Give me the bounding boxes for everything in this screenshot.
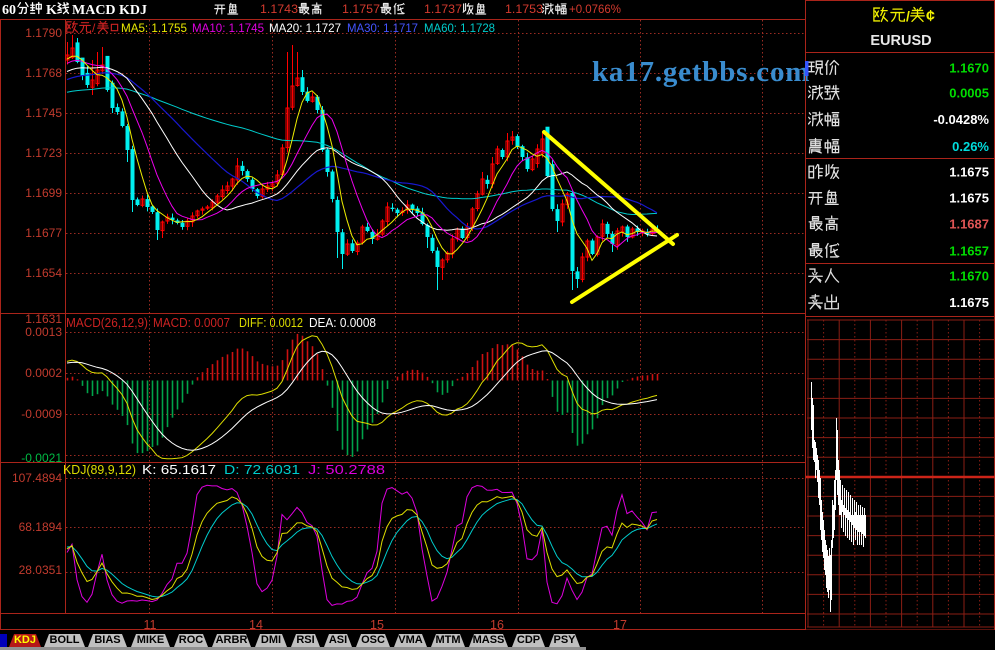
svg-text:68.1894: 68.1894 (19, 520, 63, 534)
svg-text:107.4894: 107.4894 (12, 471, 62, 485)
svg-text:1.1675: 1.1675 (949, 191, 989, 206)
svg-text:1.1699: 1.1699 (25, 186, 62, 200)
svg-text:1.1670: 1.1670 (949, 61, 989, 76)
svg-text:D: 72.6031: D: 72.6031 (224, 463, 300, 477)
svg-text:1.1745: 1.1745 (25, 106, 62, 120)
svg-text:0.0013: 0.0013 (25, 325, 62, 339)
svg-text:1.1790: 1.1790 (25, 26, 62, 40)
svg-text:1.1675: 1.1675 (949, 165, 989, 180)
svg-text:1.1723: 1.1723 (25, 146, 62, 160)
svg-text:1.1753: 1.1753 (505, 4, 543, 16)
svg-text:MACD KDJ: MACD KDJ (72, 3, 147, 18)
svg-text:1.1757: 1.1757 (342, 4, 380, 16)
svg-text:KDJ(89,9,12): KDJ(89,9,12) (63, 463, 136, 477)
svg-text:EURUSD: EURUSD (870, 33, 931, 49)
svg-text:ka17.getbbs.com: ka17.getbbs.com (592, 56, 810, 88)
svg-text:1.1654: 1.1654 (25, 266, 62, 280)
svg-text:1.1743: 1.1743 (260, 4, 298, 16)
svg-text:MACD(26,12,9): MACD(26,12,9) (66, 316, 148, 330)
svg-text:0.0002: 0.0002 (25, 366, 62, 380)
svg-text:DIFF: 0.0012: DIFF: 0.0012 (239, 316, 303, 330)
svg-text:K: 65.1617: K: 65.1617 (142, 463, 216, 477)
svg-text:1.1768: 1.1768 (25, 66, 62, 80)
svg-text:1.1670: 1.1670 (949, 269, 989, 284)
svg-text:MA30: 1.1717: MA30: 1.1717 (347, 21, 418, 35)
svg-text:-0.0021: -0.0021 (21, 451, 62, 465)
svg-text:1.1631: 1.1631 (25, 312, 62, 326)
svg-text:1.1737: 1.1737 (424, 4, 462, 16)
svg-text:¢: ¢ (926, 8, 935, 25)
svg-text:1.1687: 1.1687 (949, 217, 989, 232)
svg-text:MA10: 1.1745: MA10: 1.1745 (192, 21, 264, 35)
svg-text:MA20: 1.1727: MA20: 1.1727 (269, 21, 341, 35)
svg-text:MA5: 1.1755: MA5: 1.1755 (121, 21, 187, 35)
svg-text:1.1657: 1.1657 (949, 244, 989, 259)
svg-text:1.1677: 1.1677 (25, 226, 62, 240)
svg-text:28.0351: 28.0351 (19, 563, 63, 577)
svg-text:1.1675: 1.1675 (949, 295, 989, 310)
svg-text:MA60: 1.1728: MA60: 1.1728 (424, 21, 495, 35)
svg-text:0.0005: 0.0005 (949, 86, 989, 101)
svg-text:K: K (46, 3, 57, 18)
svg-text:J: 50.2788: J: 50.2788 (308, 463, 385, 477)
svg-text:-0.0009: -0.0009 (21, 407, 62, 421)
svg-text:-0.0428%: -0.0428% (933, 112, 989, 127)
svg-text:0.26%: 0.26% (952, 139, 989, 154)
svg-text:60: 60 (2, 3, 16, 18)
svg-text:+0.0766%: +0.0766% (569, 4, 621, 16)
svg-text:/: / (906, 8, 910, 24)
svg-text:MACD: 0.0007: MACD: 0.0007 (153, 316, 230, 330)
svg-text:DEA: 0.0008: DEA: 0.0008 (309, 316, 376, 330)
